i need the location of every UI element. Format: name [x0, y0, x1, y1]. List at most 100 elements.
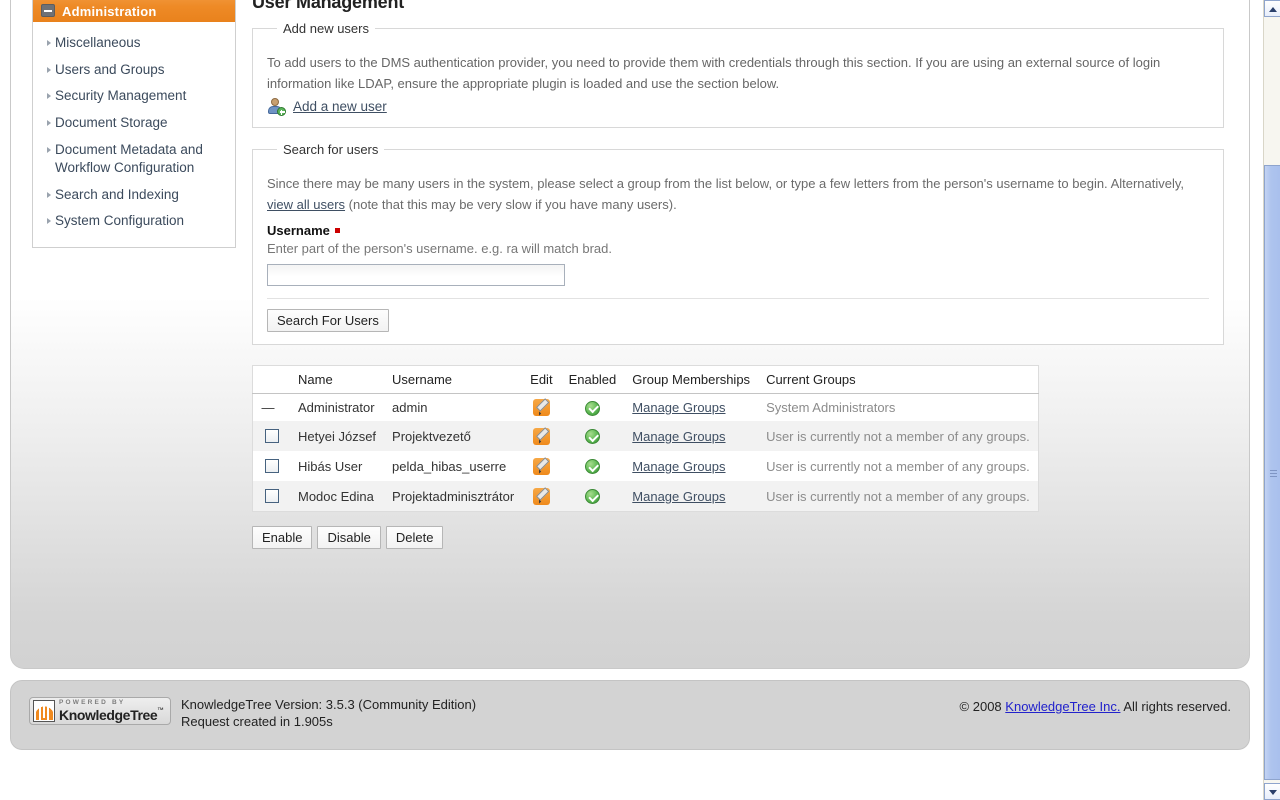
row-enabled-cell [560, 481, 625, 512]
search-for-users-legend: Search for users [283, 142, 379, 158]
search-description-before: Since there may be many users in the sys… [267, 176, 1185, 192]
scroll-up-button[interactable] [1264, 0, 1280, 17]
knowledgetree-logo: POWERED BY KnowledgeTree™ [29, 697, 171, 725]
row-enabled-cell [561, 451, 625, 481]
page-title: User Management [252, 0, 405, 12]
sidebar-item-miscellaneous[interactable]: Miscellaneous [33, 30, 235, 57]
column-name: Name [290, 365, 385, 395]
row-username: admin [392, 400, 428, 416]
sidebar-item-system-configuration[interactable]: System Configuration [33, 208, 235, 235]
add-new-users-section: Add new users To add users to the DMS au… [252, 21, 1224, 129]
add-new-users-description: To add users to the DMS authentication p… [267, 55, 1161, 92]
brand-name: KnowledgeTree [59, 706, 158, 723]
sidebar-item-search-and-indexing[interactable]: Search and Indexing [33, 182, 235, 209]
edit-icon[interactable] [532, 457, 550, 475]
admin-sidebar: Administration Miscellaneous Users and G… [32, 0, 236, 248]
sidebar-menu: Miscellaneous Users and Groups Security … [33, 22, 235, 247]
sidebar-item-label: Security Management [55, 88, 187, 104]
column-current-groups: Current Groups [758, 365, 1039, 395]
sidebar-item-label: Search and Indexing [55, 186, 179, 202]
enabled-check-icon [584, 489, 600, 505]
edit-icon[interactable] [532, 399, 550, 417]
row-name: Administrator [298, 400, 375, 416]
enabled-check-icon [584, 459, 600, 475]
username-hint: Enter part of the person's username. e.g… [267, 241, 612, 257]
table-header-row: Name Username Edit Enabled Group Members… [252, 365, 1039, 395]
trademark-symbol: ™ [157, 706, 164, 714]
row-select-cell [252, 421, 290, 452]
row-group-memberships: Manage Groups [624, 394, 758, 422]
row-edit-cell [522, 394, 560, 422]
username-field-label: Username [267, 223, 1209, 238]
chevron-right-icon [47, 66, 51, 73]
browser-viewport: Administration Miscellaneous Users and G… [0, 0, 1280, 800]
no-select-dash-icon: — [261, 400, 275, 416]
sidebar-item-security-management[interactable]: Security Management [33, 83, 235, 110]
row-current-groups: User is currently not a member of any gr… [758, 481, 1039, 512]
chevron-right-icon [47, 40, 51, 46]
column-edit: Edit [522, 365, 561, 395]
edit-icon[interactable] [532, 487, 550, 505]
row-select-cell: — [253, 394, 291, 422]
sidebar-item-label: Users and Groups [55, 61, 165, 77]
edit-icon[interactable] [532, 427, 550, 445]
manage-groups-link[interactable]: Manage Groups [632, 429, 725, 444]
delete-button[interactable]: Delete [385, 526, 444, 550]
chevron-right-icon [47, 119, 51, 126]
disable-button[interactable]: Disable [317, 526, 381, 550]
row-checkbox[interactable] [265, 429, 279, 444]
row-name: Hibás User [298, 458, 363, 474]
row-current-groups: System Administrators [766, 400, 896, 416]
column-select [252, 365, 290, 395]
footer-copyright: © 2008 KnowledgeTree Inc. All rights res… [960, 697, 1231, 714]
sidebar-item-label: Document Storage [55, 114, 168, 130]
table-row: Hibás User pelda_hibas_userre Manage Gro… [253, 451, 1039, 481]
content-area: User Management Add new users To add use… [252, 0, 1232, 550]
manage-groups-link[interactable]: Manage Groups [632, 459, 725, 474]
chevron-right-icon [47, 146, 51, 153]
scrollbar-grip-icon [1270, 469, 1277, 477]
search-for-users-button[interactable]: Search For Users [267, 309, 389, 333]
row-edit-cell [522, 451, 560, 481]
users-table: Name Username Edit Enabled Group Members… [252, 365, 1039, 513]
sidebar-item-document-metadata-and-workflow-configuration[interactable]: Document Metadata and Workflow Configura… [33, 137, 235, 182]
table-row: Modoc Edina Projektadminisztrátor Manage… [252, 481, 1039, 512]
manage-groups-link[interactable]: Manage Groups [632, 489, 725, 504]
knowledgetree-inc-link[interactable]: KnowledgeTree Inc. [1005, 699, 1120, 714]
row-username: pelda_hibas_userre [392, 458, 507, 474]
username-search-input[interactable] [267, 264, 565, 287]
sidebar-item-users-and-groups[interactable]: Users and Groups [33, 57, 235, 84]
row-checkbox[interactable] [265, 459, 279, 474]
sidebar-header[interactable]: Administration [33, 0, 235, 22]
chevron-right-icon [47, 93, 51, 100]
enabled-check-icon [584, 429, 600, 445]
chevron-right-icon [47, 191, 51, 198]
row-name: Hetyei József [290, 421, 385, 452]
column-group-memberships: Group Memberships [624, 365, 759, 395]
table-row: Hetyei József Projektvezető Manage Group… [252, 421, 1039, 452]
row-enabled-cell [561, 394, 625, 422]
table-row: — Administrator admin Manage Groups Syst… [253, 394, 1039, 422]
footer-version-info: KnowledgeTree Version: 3.5.3 (Community … [181, 697, 476, 730]
vertical-scrollbar[interactable] [1263, 0, 1280, 800]
add-a-new-user-link[interactable]: Add a new user [293, 99, 387, 114]
row-current-groups: User is currently not a member of any gr… [758, 421, 1039, 452]
manage-groups-link[interactable]: Manage Groups [632, 400, 725, 415]
row-name: Modoc Edina [290, 481, 385, 512]
knowledgetree-tree-icon [33, 700, 55, 722]
scroll-down-button[interactable] [1264, 783, 1280, 800]
required-indicator-icon [334, 228, 340, 234]
sidebar-item-document-storage[interactable]: Document Storage [33, 110, 235, 137]
row-edit-cell [522, 481, 561, 512]
collapse-icon[interactable] [41, 4, 55, 17]
section-divider [267, 298, 1209, 300]
view-all-users-link[interactable]: view all users [267, 197, 345, 212]
row-group-memberships: Manage Groups [624, 481, 759, 512]
copyright-suffix: All rights reserved. [1123, 699, 1231, 714]
row-checkbox[interactable] [265, 489, 279, 504]
search-description-after: (note that this may be very slow if you … [348, 197, 677, 213]
add-new-users-legend: Add new users [283, 21, 369, 36]
enable-button[interactable]: Enable [252, 526, 313, 550]
add-user-row: Add a new user [267, 98, 1209, 117]
scrollbar-thumb[interactable] [1264, 165, 1280, 780]
